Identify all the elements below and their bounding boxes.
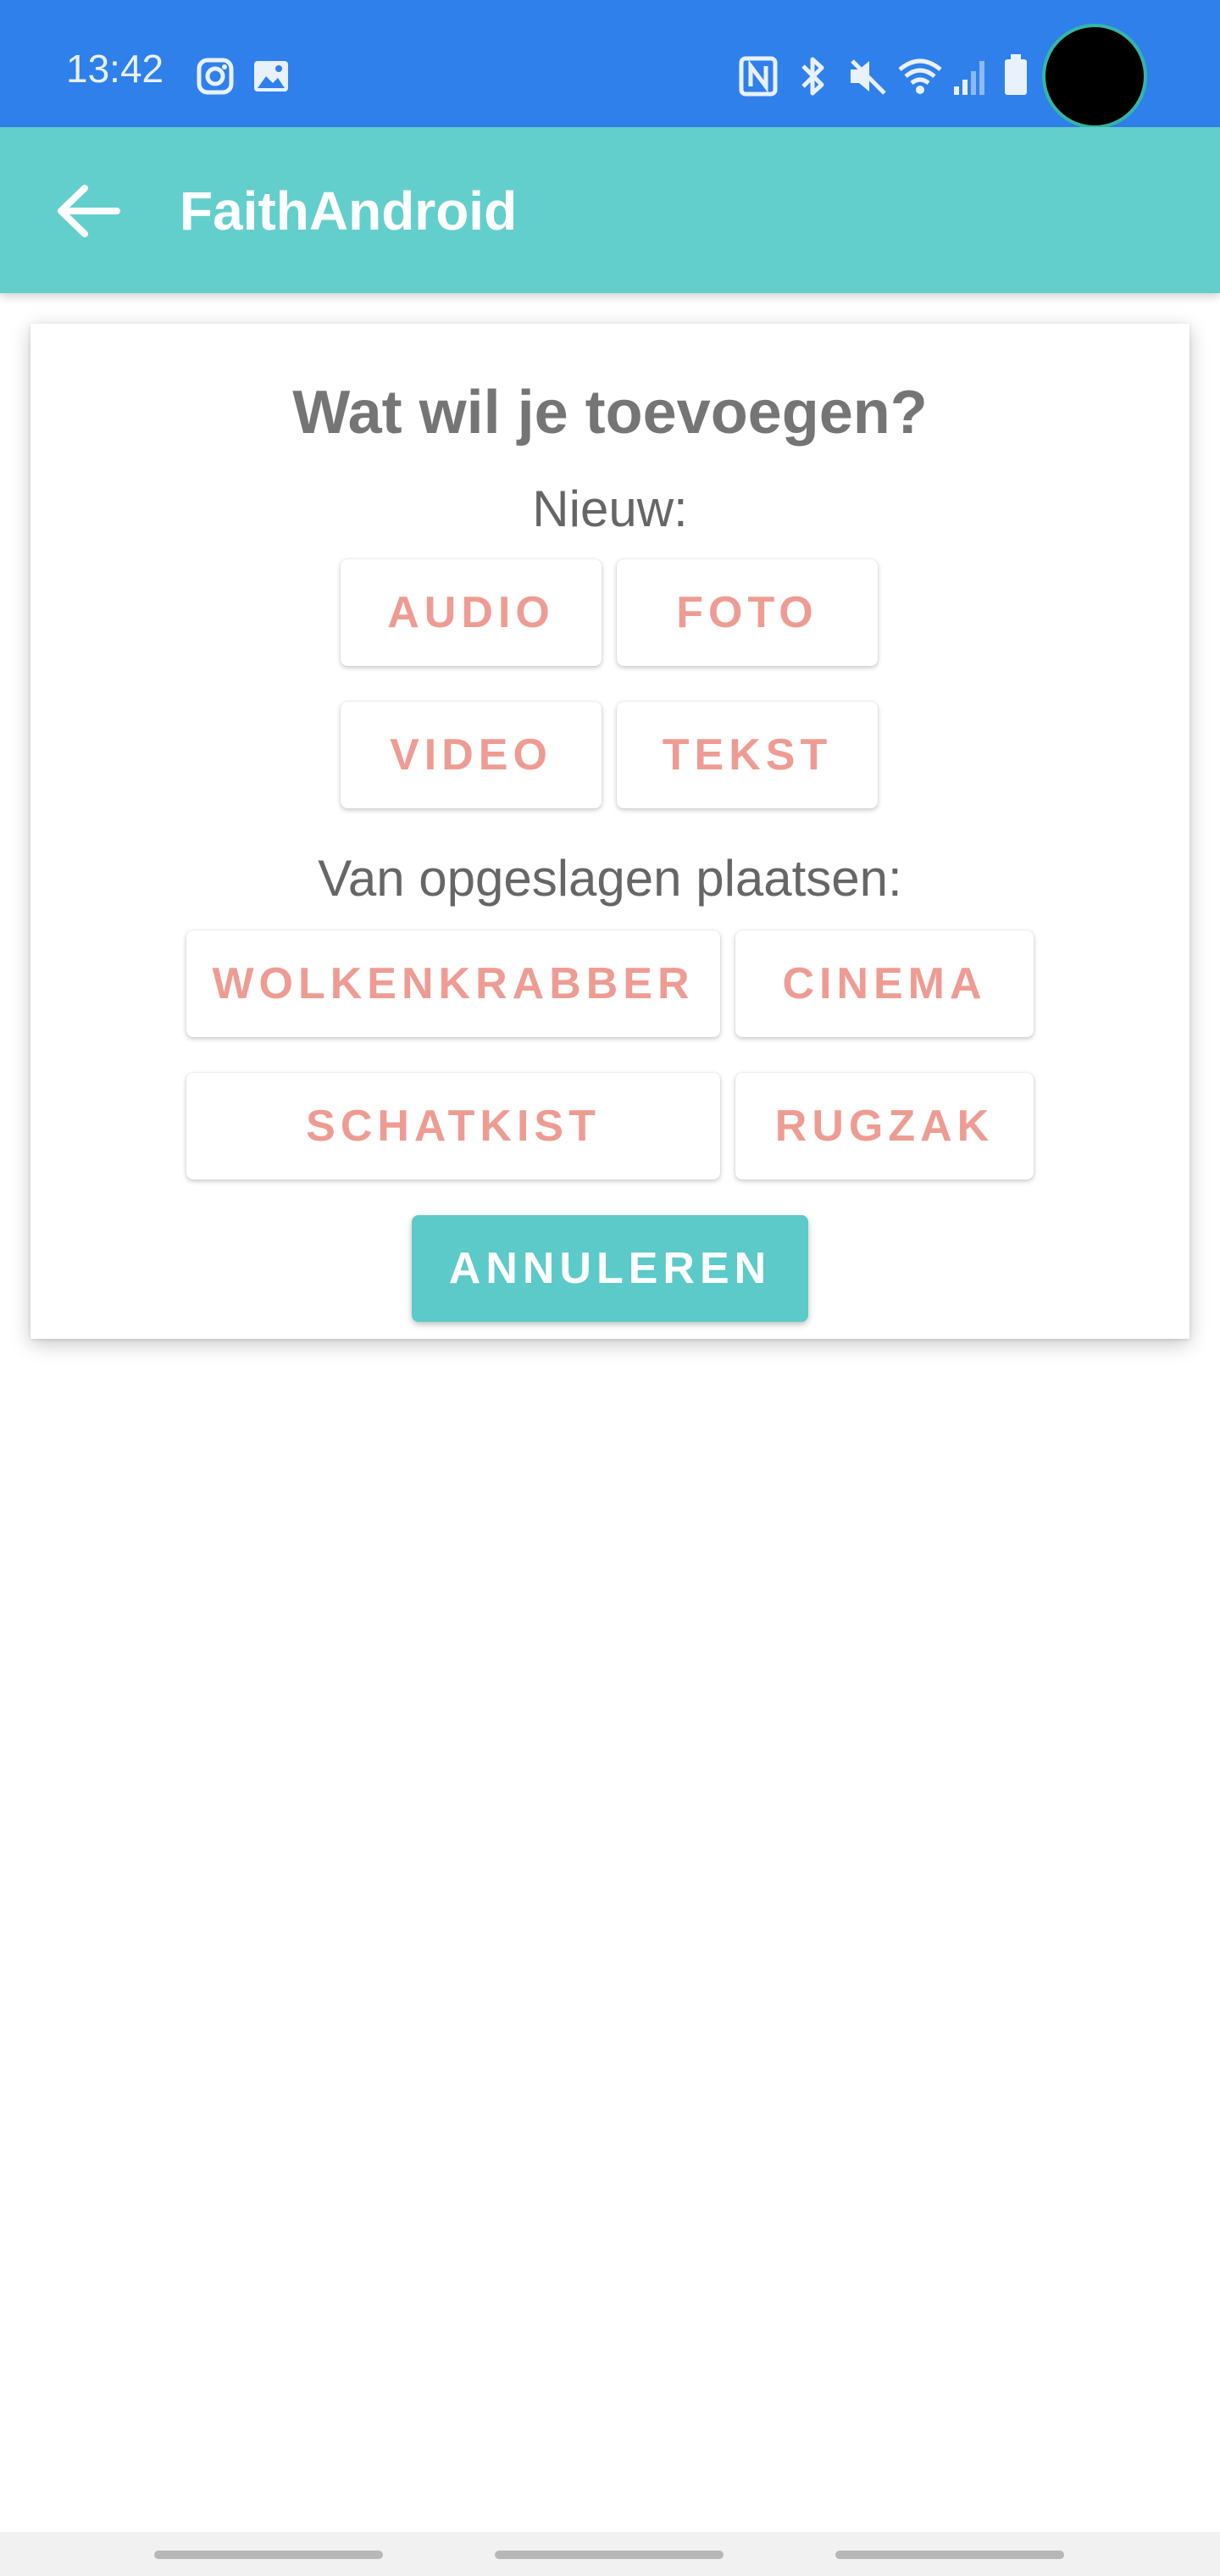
nav-recents-handle[interactable] <box>154 2551 383 2559</box>
nfc-icon <box>739 56 778 97</box>
mute-icon <box>851 59 886 95</box>
back-arrow-icon[interactable] <box>54 181 122 241</box>
nav-home-handle[interactable] <box>495 2551 724 2559</box>
rugzak-button[interactable]: RUGZAK <box>735 1073 1034 1180</box>
wolkenkrabber-button[interactable]: WOLKENKRABBER <box>186 930 720 1037</box>
schatkist-button[interactable]: SCHATKIST <box>186 1073 720 1180</box>
new-section-label: Nieuw: <box>532 480 688 537</box>
navigation-bar <box>0 2532 1220 2576</box>
text-button[interactable]: TEKST <box>617 702 878 808</box>
dialog-title: Wat wil je toevoegen? <box>292 379 928 447</box>
status-bar: 13:42 <box>0 0 1220 127</box>
battery-icon <box>1005 54 1027 95</box>
saved-section-label: Van opgeslagen plaatsen: <box>318 850 902 907</box>
app-bar: FaithAndroid <box>0 127 1220 293</box>
cinema-button[interactable]: CINEMA <box>735 930 1034 1037</box>
photo-button[interactable]: FOTO <box>617 559 878 666</box>
wifi-icon <box>898 58 942 94</box>
nav-back-handle[interactable] <box>835 2551 1064 2559</box>
add-content-dialog: Wat wil je toevoegen? Nieuw: AUDIO FOTO … <box>30 324 1190 1339</box>
cancel-button[interactable]: ANNULEREN <box>412 1215 808 1322</box>
bluetooth-icon <box>801 57 824 96</box>
signal-icon <box>954 61 984 95</box>
status-time: 13:42 <box>66 47 164 91</box>
app-title: FaithAndroid <box>180 180 518 242</box>
gallery-icon <box>254 61 288 92</box>
instagram-icon <box>197 58 234 95</box>
audio-button[interactable]: AUDIO <box>341 559 602 666</box>
video-button[interactable]: VIDEO <box>341 702 602 808</box>
camera-cutout <box>1045 27 1144 125</box>
